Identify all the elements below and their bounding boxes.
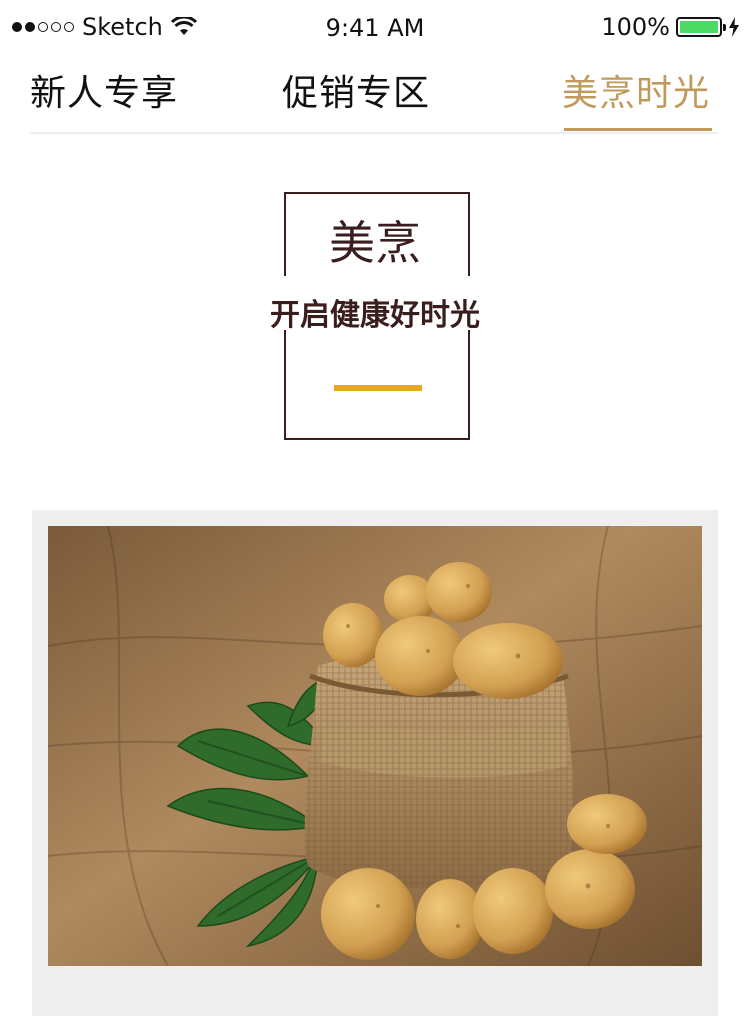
section-subtitle: 开启健康好时光 xyxy=(270,298,480,333)
tab-promotion[interactable]: 促销专区 xyxy=(282,64,430,116)
section-divider-bar xyxy=(334,385,422,391)
section-title: 美烹 xyxy=(329,216,421,270)
battery-status: 100% xyxy=(601,13,740,41)
card-notch xyxy=(116,510,148,526)
battery-percent: 100% xyxy=(601,13,670,41)
active-tab-indicator xyxy=(564,128,712,131)
tab-new-user[interactable]: 新人专享 xyxy=(30,64,178,116)
battery-icon xyxy=(676,17,726,37)
tab-cooking-time[interactable]: 美烹时光 xyxy=(562,64,710,116)
potato-sack-image[interactable] xyxy=(48,526,702,966)
status-bar: Sketch 9:41 AM 100% xyxy=(0,0,750,56)
recipe-card[interactable] xyxy=(32,510,718,1016)
charging-icon xyxy=(729,17,739,37)
tab-bar: 新人专享 促销专区 美烹时光 xyxy=(30,56,718,134)
